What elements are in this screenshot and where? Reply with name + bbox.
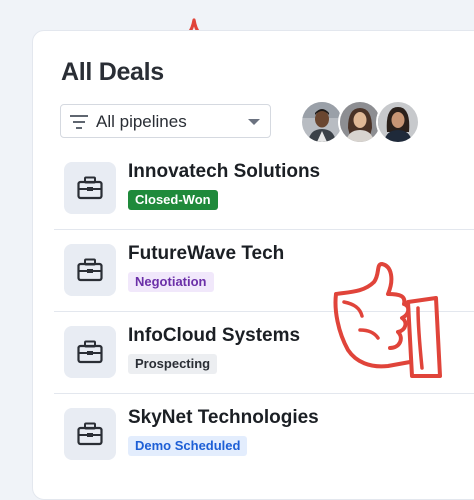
briefcase-icon — [77, 340, 103, 364]
deal-row[interactable]: SkyNet Technologies Demo Scheduled — [54, 394, 474, 476]
thumbs-up-icon — [333, 262, 442, 378]
deal-name: Innovatech Solutions — [128, 161, 321, 182]
avatar[interactable] — [376, 100, 420, 144]
briefcase-icon — [77, 176, 103, 200]
briefcase-icon — [77, 422, 103, 446]
deal-icon-tile — [64, 244, 116, 296]
avatar-group[interactable] — [300, 100, 430, 144]
pipeline-select[interactable]: All pipelines — [60, 104, 271, 138]
deal-name: FutureWave Tech — [128, 243, 285, 264]
status-badge: Demo Scheduled — [128, 436, 248, 456]
deal-icon-tile — [64, 326, 116, 378]
deal-row[interactable]: Innovatech Solutions Closed-Won — [54, 148, 474, 230]
pipeline-select-label: All pipelines — [96, 112, 187, 131]
deal-icon-tile — [64, 408, 116, 460]
status-badge: Closed-Won — [128, 190, 218, 210]
deal-icon-tile — [64, 162, 116, 214]
status-badge: Negotiation — [128, 272, 214, 292]
deal-name: SkyNet Technologies — [128, 407, 319, 428]
page-title: All Deals — [61, 58, 164, 86]
briefcase-icon — [77, 258, 103, 282]
status-badge: Prospecting — [128, 354, 218, 374]
filter-icon — [70, 115, 88, 129]
deal-name: InfoCloud Systems — [128, 325, 301, 346]
chevron-down-icon — [248, 119, 260, 125]
